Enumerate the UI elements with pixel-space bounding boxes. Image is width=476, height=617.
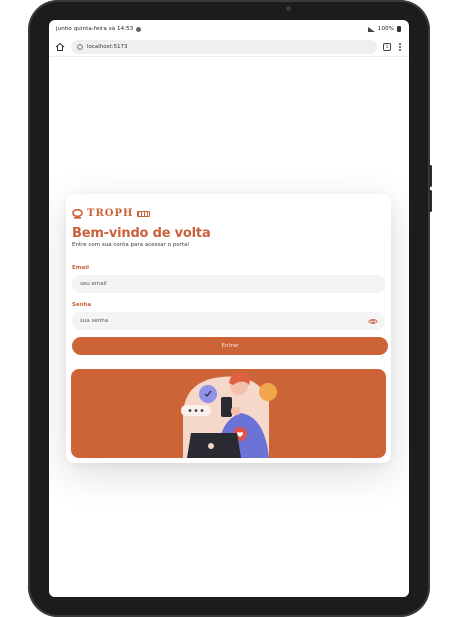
notification-icon bbox=[136, 26, 142, 32]
password-placeholder: sua senha bbox=[80, 318, 109, 324]
brand: TROPH bbox=[72, 208, 385, 219]
page-title: Bem-vindo de volta bbox=[72, 226, 211, 241]
login-button-label: Entrar bbox=[221, 343, 239, 349]
person-with-phone-illustration bbox=[181, 372, 277, 458]
volume-button-lower bbox=[429, 190, 432, 212]
password-field[interactable]: sua senha bbox=[72, 312, 385, 330]
front-camera bbox=[286, 6, 291, 11]
battery-icon bbox=[397, 26, 401, 32]
home-icon[interactable] bbox=[55, 42, 65, 52]
tabs-count: 1 bbox=[385, 44, 389, 50]
url-text: localhost:5173 bbox=[87, 44, 128, 50]
password-label: Senha bbox=[72, 302, 92, 308]
page-content: TROPH Bem-vindo de volta Entre com sua c… bbox=[49, 58, 409, 597]
page-subtitle: Entre com sua conta para acessar o porta… bbox=[72, 242, 189, 248]
email-field[interactable]: seu email bbox=[72, 275, 385, 293]
brand-name: TROPH bbox=[87, 208, 134, 219]
hero-illustration bbox=[71, 369, 386, 458]
brand-logo-icon bbox=[72, 208, 83, 219]
brand-mark-icon bbox=[137, 210, 151, 217]
signal-icon bbox=[367, 26, 375, 32]
site-info-icon[interactable] bbox=[77, 44, 83, 50]
browser-toolbar: localhost:5173 1 bbox=[49, 38, 409, 57]
status-text: junho quinta-feira sá 14:53 bbox=[56, 26, 134, 32]
eye-icon[interactable] bbox=[368, 318, 378, 325]
email-placeholder: seu email bbox=[80, 281, 107, 287]
tabs-icon[interactable]: 1 bbox=[383, 43, 391, 51]
email-label: Email bbox=[72, 265, 89, 271]
status-bar: junho quinta-feira sá 14:53 100% bbox=[49, 20, 409, 38]
screen: junho quinta-feira sá 14:53 100% localho… bbox=[49, 20, 409, 597]
volume-button bbox=[429, 165, 432, 187]
battery-percent: 100% bbox=[377, 26, 394, 32]
login-card: TROPH Bem-vindo de volta Entre com sua c… bbox=[66, 194, 391, 463]
login-button[interactable]: Entrar bbox=[72, 337, 388, 355]
menu-icon[interactable] bbox=[397, 43, 403, 51]
address-bar[interactable]: localhost:5173 bbox=[71, 40, 377, 54]
